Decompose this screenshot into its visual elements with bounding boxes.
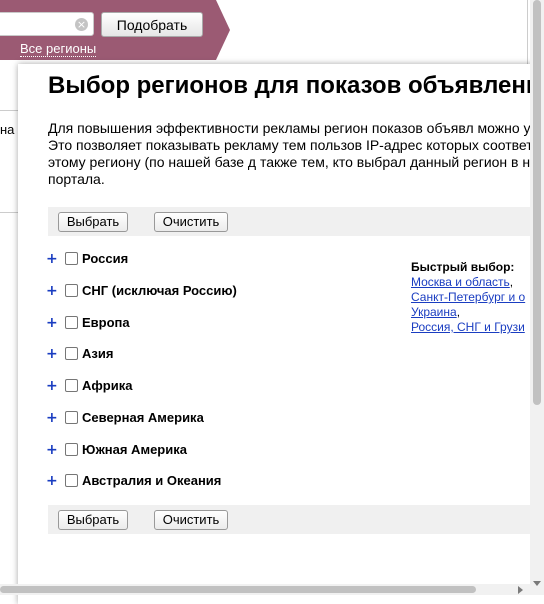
region-label[interactable]: Европа	[82, 315, 130, 331]
quick-link-ukraine[interactable]: Украина	[411, 305, 457, 319]
region-label[interactable]: Россия	[82, 251, 128, 267]
expand-icon[interactable]: +	[46, 442, 58, 458]
region-checkbox[interactable]	[65, 252, 78, 265]
clear-search-icon[interactable]: ×	[75, 18, 88, 31]
scroll-down-arrow-icon[interactable]	[533, 581, 541, 586]
separator: ,	[456, 305, 461, 319]
region-checkbox[interactable]	[65, 443, 78, 456]
region-label[interactable]: Азия	[82, 346, 113, 362]
modal-description: Для повышения эффективности рекламы реги…	[48, 120, 544, 187]
expand-icon[interactable]: +	[46, 315, 58, 331]
expand-icon[interactable]: +	[46, 283, 58, 299]
expand-icon[interactable]: +	[46, 346, 58, 362]
region-label[interactable]: СНГ (исключая Россию)	[82, 283, 237, 299]
select-button[interactable]: Выбрать	[58, 212, 128, 232]
clear-button[interactable]: Очистить	[154, 212, 228, 232]
region-checkbox[interactable]	[65, 379, 78, 392]
region-checkbox[interactable]	[65, 474, 78, 487]
divider	[0, 110, 18, 111]
scroll-right-arrow-icon[interactable]	[518, 586, 523, 594]
toolbar-top: Выбрать Очистить	[48, 207, 544, 236]
header-bar-arrow	[216, 0, 230, 60]
region-label[interactable]: Африка	[82, 378, 132, 394]
toolbar-bottom: Выбрать Очистить	[48, 505, 544, 534]
quick-select-title: Быстрый выбор:	[411, 260, 515, 274]
region-label[interactable]: Северная Америка	[82, 410, 204, 426]
pick-button[interactable]: Подобрать	[101, 12, 203, 37]
region-checkbox[interactable]	[65, 411, 78, 424]
region-checkbox[interactable]	[65, 284, 78, 297]
region-label[interactable]: Южная Америка	[82, 442, 187, 458]
expand-icon[interactable]: +	[46, 251, 58, 267]
expand-icon[interactable]: +	[46, 473, 58, 489]
region-label[interactable]: Австралия и Океания	[82, 473, 221, 489]
divider	[0, 212, 18, 213]
expand-icon[interactable]: +	[46, 410, 58, 426]
modal-title: Выбор регионов для показов объявлени	[48, 72, 541, 99]
vertical-scrollbar-thumb[interactable]	[533, 0, 541, 405]
region-checkbox[interactable]	[65, 347, 78, 360]
background-text-fragment: на	[0, 122, 15, 137]
separator: ,	[509, 275, 514, 289]
region-checkbox[interactable]	[65, 316, 78, 329]
quick-select-panel: Быстрый выбор: Москва и область, Санкт-П…	[411, 260, 544, 335]
all-regions-link[interactable]: Все регионы	[20, 41, 97, 57]
region-selection-modal: Выбор регионов для показов объявлени Для…	[18, 64, 544, 604]
horizontal-scrollbar-thumb[interactable]	[0, 586, 476, 593]
quick-link-moscow[interactable]: Москва и область	[411, 275, 510, 289]
select-button[interactable]: Выбрать	[58, 510, 128, 530]
clear-button[interactable]: Очистить	[154, 510, 228, 530]
quick-link-russia-cis-georgia[interactable]: Россия, СНГ и Грузи	[411, 320, 525, 334]
expand-icon[interactable]: +	[46, 378, 58, 394]
quick-link-saint-petersburg[interactable]: Санкт-Петербург и о	[411, 290, 525, 304]
